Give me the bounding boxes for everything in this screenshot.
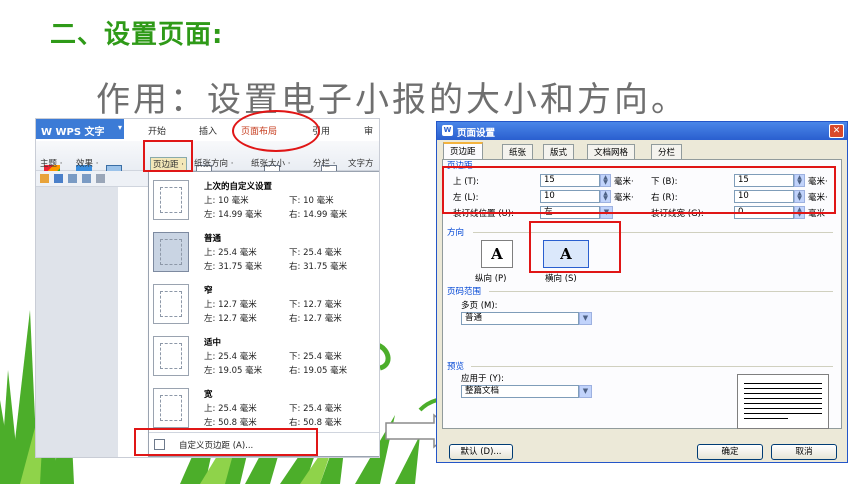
margin-thumbnail bbox=[153, 180, 189, 220]
margin-bottom-value: 下: 25.4 毫米 bbox=[289, 352, 342, 362]
default-button[interactable]: 默认 (D)... bbox=[449, 444, 513, 460]
wps-screenshot: W WPS 文字 ▾ 开始 插入 页面布局 引用 审 主题 · 效果 · 页边距… bbox=[35, 118, 380, 458]
tab-margins[interactable]: 页边距 bbox=[443, 142, 483, 160]
portrait-option[interactable]: A bbox=[481, 240, 513, 268]
tab-home[interactable]: 开始 bbox=[148, 124, 166, 137]
margin-bottom-value: 下: 25.4 毫米 bbox=[289, 404, 342, 414]
multiple-pages-select[interactable]: 普通 bbox=[461, 312, 579, 325]
tab-review[interactable]: 审 bbox=[364, 124, 373, 137]
margin-bottom-value: 下: 12.7 毫米 bbox=[289, 300, 342, 310]
highlight-page-layout-tab bbox=[232, 110, 320, 152]
wps-app-button[interactable]: W WPS 文字 bbox=[36, 119, 124, 139]
margin-top-value: 上: 10 毫米 bbox=[204, 196, 249, 206]
landscape-label: 横向 (S) bbox=[545, 274, 577, 284]
preview-section-label: 预览 bbox=[447, 362, 465, 372]
section-divider bbox=[489, 291, 833, 292]
margin-right-value: 右: 14.99 毫米 bbox=[289, 210, 348, 220]
margin-left-value: 左: 50.8 毫米 bbox=[204, 418, 257, 428]
apply-to-label: 应用于 (Y): bbox=[461, 374, 504, 384]
paper-size-button[interactable]: 纸张大小 · bbox=[251, 157, 290, 169]
margin-top-value: 上: 12.7 毫米 bbox=[204, 300, 257, 310]
margin-bottom-value: 下: 25.4 毫米 bbox=[289, 248, 342, 258]
margin-right-value: 右: 12.7 毫米 bbox=[289, 314, 342, 324]
margin-left-value: 左: 31.75 毫米 bbox=[204, 262, 263, 272]
margin-option-normal[interactable]: 普通 上: 25.4 毫米 下: 25.4 毫米 左: 31.75 毫米 右: … bbox=[149, 224, 379, 284]
dialog-title: 页面设置 bbox=[457, 128, 496, 139]
dialog-title-bar: W 页面设置 ✕ bbox=[437, 122, 847, 140]
portrait-label: 纵向 (P) bbox=[475, 274, 507, 284]
slide-subtitle: 作用：设置电子小报的大小和方向。 bbox=[96, 80, 688, 120]
tab-document-grid[interactable]: 文档网格 bbox=[587, 144, 636, 159]
chevron-down-icon[interactable]: ▼ bbox=[579, 312, 592, 325]
margin-option-name: 上次的自定义设置 bbox=[204, 182, 273, 192]
margins-dropdown-menu: 上次的自定义设置 上: 10 毫米 下: 10 毫米 左: 14.99 毫米 右… bbox=[148, 171, 379, 457]
theme-button[interactable]: 主题 · bbox=[40, 157, 62, 169]
margin-bottom-value: 下: 10 毫米 bbox=[289, 196, 334, 206]
open-icon[interactable] bbox=[40, 174, 49, 183]
margin-option-name: 普通 bbox=[204, 234, 222, 244]
document-background bbox=[36, 187, 118, 457]
print-icon[interactable] bbox=[68, 174, 77, 183]
wps-title-bar: W WPS 文字 ▾ 开始 插入 页面布局 引用 审 bbox=[36, 119, 379, 141]
margin-top-value: 上: 25.4 毫米 bbox=[204, 248, 257, 258]
columns-button[interactable]: 分栏 · bbox=[313, 157, 335, 169]
orientation-button[interactable]: 纸张方向 · bbox=[194, 157, 233, 169]
margin-option-name: 适中 bbox=[204, 338, 222, 348]
margin-thumbnail bbox=[153, 284, 189, 324]
margin-option-name: 窄 bbox=[204, 286, 213, 296]
save-icon[interactable] bbox=[54, 174, 63, 183]
tab-insert[interactable]: 插入 bbox=[199, 124, 217, 137]
wps-icon: W bbox=[442, 125, 453, 136]
multiple-pages-label: 多页 (M): bbox=[461, 301, 498, 311]
copy-icon[interactable] bbox=[96, 174, 105, 183]
orientation-section-label: 方向 bbox=[447, 228, 465, 238]
effects-button[interactable]: 效果 · bbox=[76, 157, 98, 169]
margin-right-value: 右: 19.05 毫米 bbox=[289, 366, 348, 376]
margin-thumbnail bbox=[153, 388, 189, 428]
margin-option-moderate[interactable]: 适中 上: 25.4 毫米 下: 25.4 毫米 左: 19.05 毫米 右: … bbox=[149, 328, 379, 388]
highlight-landscape-option bbox=[529, 221, 621, 273]
chevron-down-icon[interactable]: ▼ bbox=[579, 385, 592, 398]
margin-left-value: 左: 14.99 毫米 bbox=[204, 210, 263, 220]
section-divider bbox=[473, 232, 833, 233]
margin-top-value: 上: 25.4 毫米 bbox=[204, 352, 257, 362]
highlight-custom-margins bbox=[134, 428, 318, 456]
slide-title: 二、设置页面: bbox=[50, 20, 224, 50]
page-preview bbox=[737, 374, 829, 429]
preview-icon[interactable] bbox=[82, 174, 91, 183]
cancel-button[interactable]: 取消 bbox=[771, 444, 837, 460]
margin-option-last-custom[interactable]: 上次的自定义设置 上: 10 毫米 下: 10 毫米 左: 14.99 毫米 右… bbox=[149, 172, 379, 232]
margin-left-value: 左: 12.7 毫米 bbox=[204, 314, 257, 324]
highlight-margin-fields bbox=[442, 166, 836, 214]
margin-right-value: 右: 50.8 毫米 bbox=[289, 418, 342, 428]
tab-paper[interactable]: 纸张 bbox=[502, 144, 534, 159]
text-direction-button[interactable]: 文字方 bbox=[348, 157, 374, 169]
margin-left-value: 左: 19.05 毫米 bbox=[204, 366, 263, 376]
tab-columns[interactable]: 分栏 bbox=[651, 144, 683, 159]
margin-top-value: 上: 25.4 毫米 bbox=[204, 404, 257, 414]
margin-right-value: 右: 31.75 毫米 bbox=[289, 262, 348, 272]
highlight-margins-button bbox=[143, 140, 193, 172]
chevron-down-icon: ▾ bbox=[118, 123, 123, 132]
apply-to-select[interactable]: 整篇文档 bbox=[461, 385, 579, 398]
close-button[interactable]: ✕ bbox=[829, 124, 844, 138]
margin-thumbnail bbox=[153, 336, 189, 376]
margin-thumbnail bbox=[153, 232, 189, 272]
margin-option-narrow[interactable]: 窄 上: 12.7 毫米 下: 12.7 毫米 左: 12.7 毫米 右: 12… bbox=[149, 276, 379, 336]
section-divider bbox=[471, 366, 833, 367]
pages-section-label: 页码范围 bbox=[447, 287, 482, 297]
margin-option-name: 宽 bbox=[204, 390, 213, 400]
tab-layout[interactable]: 版式 bbox=[543, 144, 575, 159]
ok-button[interactable]: 确定 bbox=[697, 444, 763, 460]
